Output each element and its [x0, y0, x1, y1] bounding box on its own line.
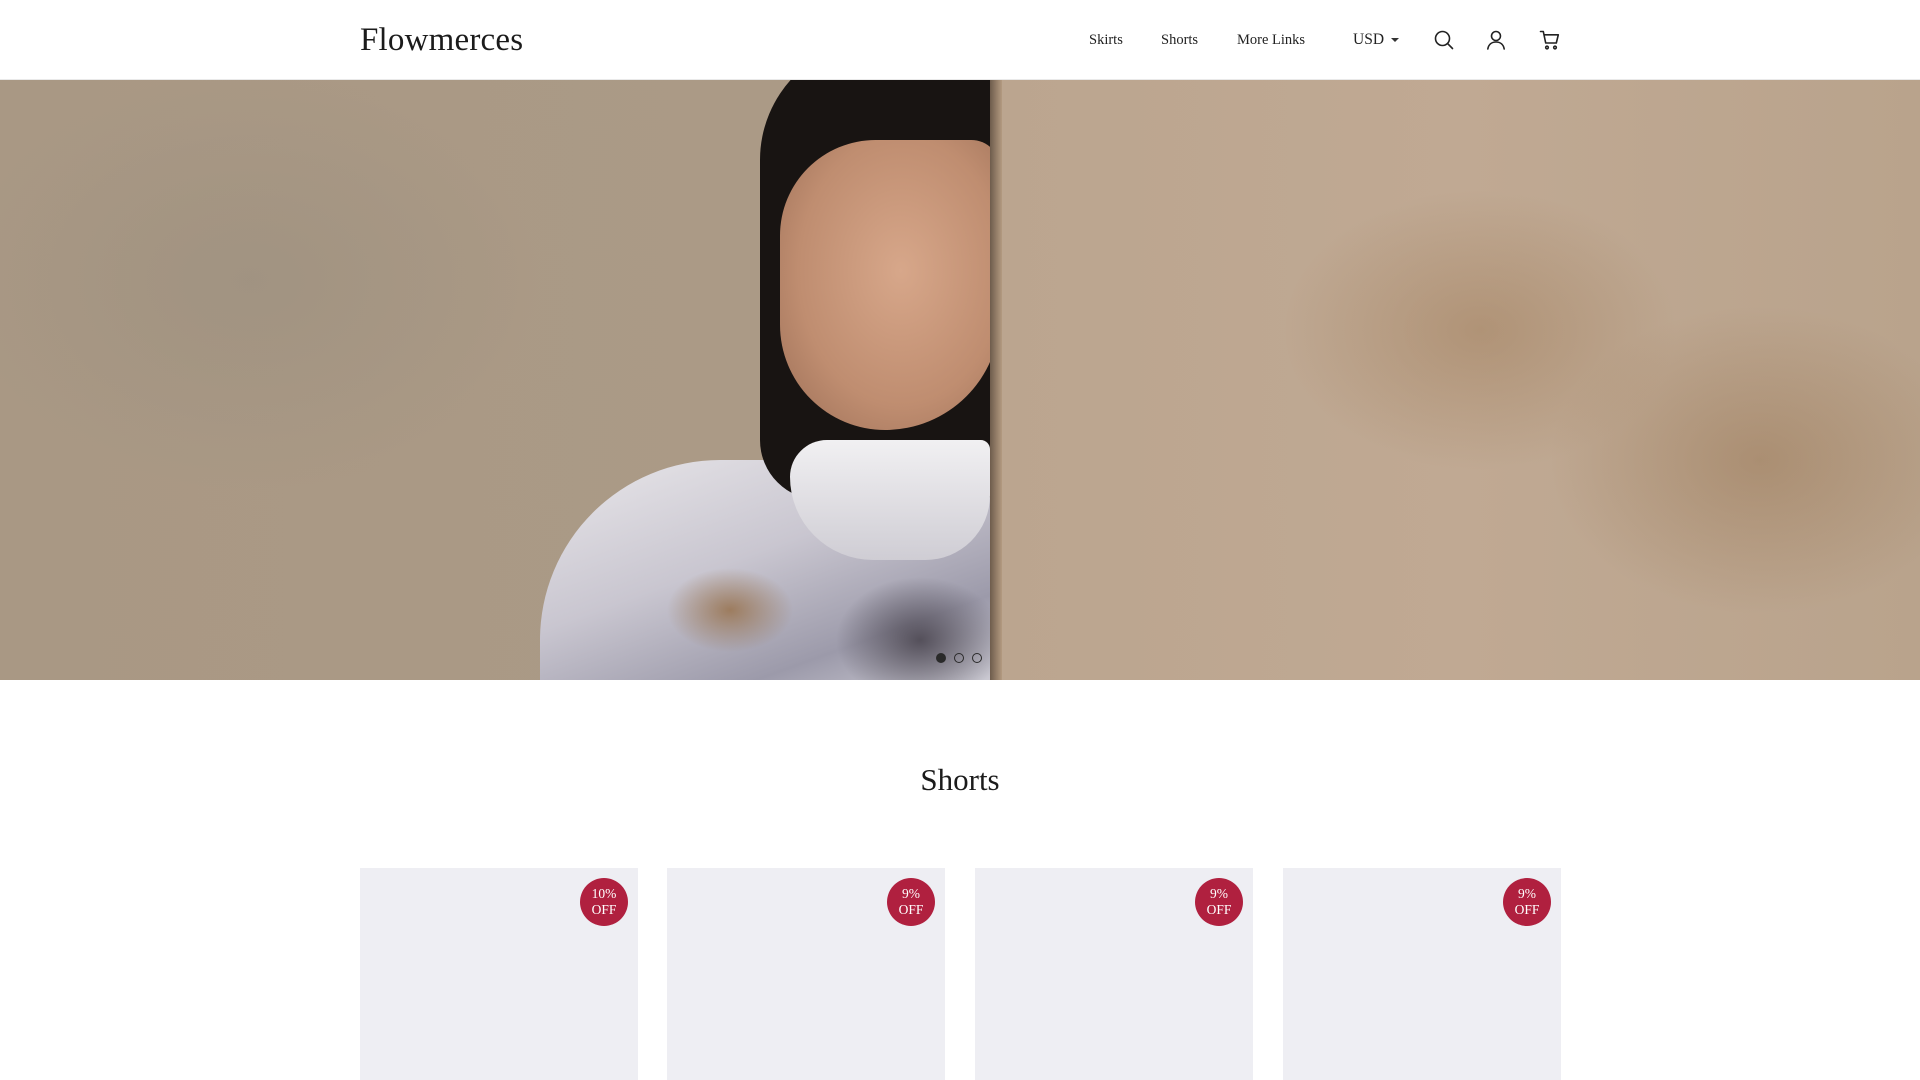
store-logo[interactable]: Flowmerces: [360, 18, 523, 62]
nav-link-skirts[interactable]: Skirts: [1089, 30, 1123, 50]
hero-model-face: [780, 140, 1000, 430]
product-card[interactable]: 9% OFF: [975, 868, 1253, 1080]
hero-wall-edge: [990, 80, 1002, 680]
discount-off-label: OFF: [1514, 902, 1540, 917]
chevron-down-icon: [1391, 38, 1400, 42]
user-icon[interactable]: [1484, 28, 1508, 52]
currency-selector[interactable]: USD: [1353, 29, 1400, 51]
discount-percent: 10%: [591, 886, 617, 901]
hero-wall-background: [1000, 80, 1920, 680]
discount-percent: 9%: [1210, 886, 1228, 901]
hero-banner[interactable]: [0, 80, 1920, 680]
product-card[interactable]: 9% OFF: [667, 868, 945, 1080]
search-icon[interactable]: [1432, 28, 1456, 52]
discount-badge: 9% OFF: [887, 878, 935, 926]
discount-badge: 9% OFF: [1503, 878, 1551, 926]
discount-off-label: OFF: [591, 902, 617, 917]
nav-link-more-links[interactable]: More Links: [1237, 30, 1305, 50]
product-card[interactable]: 10% OFF: [360, 868, 638, 1080]
product-card[interactable]: 9% OFF: [1283, 868, 1561, 1080]
discount-badge: 9% OFF: [1195, 878, 1243, 926]
section-title: Shorts: [920, 762, 1000, 797]
cart-icon[interactable]: [1538, 28, 1562, 52]
site-header: Flowmerces Skirts Shorts More Links USD: [0, 0, 1920, 80]
discount-off-label: OFF: [898, 902, 924, 917]
discount-badge: 10% OFF: [580, 878, 628, 926]
slideshow-dots: [936, 653, 982, 663]
discount-percent: 9%: [902, 886, 920, 901]
slide-dot-1[interactable]: [936, 653, 946, 663]
slide-dot-2[interactable]: [954, 653, 964, 663]
discount-off-label: OFF: [1206, 902, 1232, 917]
slide-dot-3[interactable]: [972, 653, 982, 663]
nav-link-shorts[interactable]: Shorts: [1161, 30, 1198, 50]
discount-percent: 9%: [1518, 886, 1536, 901]
currency-label: USD: [1353, 31, 1385, 48]
